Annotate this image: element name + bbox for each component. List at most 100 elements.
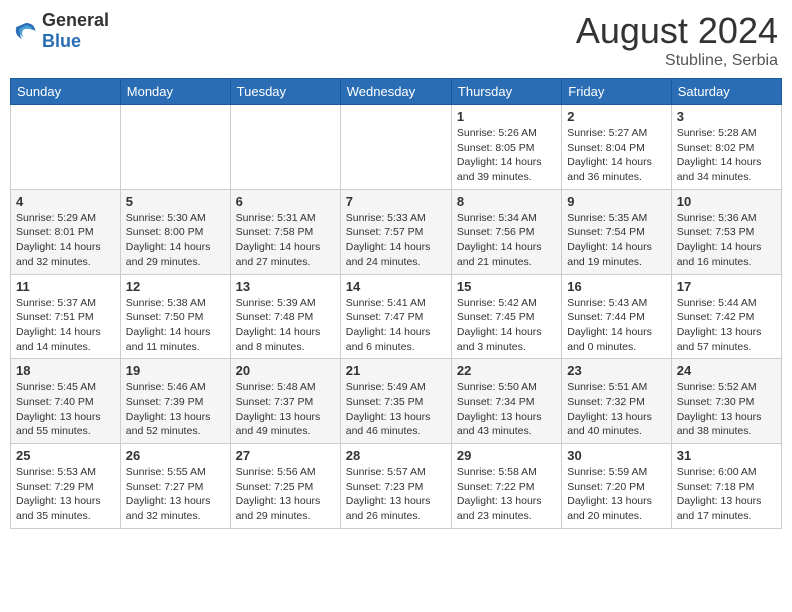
calendar-cell: 3 Sunrise: 5:28 AMSunset: 8:02 PMDaylight… (671, 105, 781, 190)
main-title: August 2024 (576, 10, 778, 52)
day-detail: Sunrise: 5:52 AMSunset: 7:30 PMDaylight:… (677, 380, 776, 439)
calendar-cell: 26Sunrise: 5:55 AMSunset: 7:27 PMDayligh… (120, 444, 230, 529)
day-number: 24 (677, 363, 776, 378)
day-detail: Sunrise: 5:45 AMSunset: 7:40 PMDaylight:… (16, 380, 115, 439)
calendar-cell: 17 Sunrise: 5:44 AMSunset: 7:42 PMDayligh… (671, 274, 781, 359)
day-number: 31 (677, 448, 776, 463)
calendar-cell: 12 Sunrise: 5:38 AMSunset: 7:50 PMDayligh… (120, 274, 230, 359)
calendar-cell: 20Sunrise: 5:48 AMSunset: 7:37 PMDayligh… (230, 359, 340, 444)
calendar-cell: 1 Sunrise: 5:26 AMSunset: 8:05 PMDaylight… (451, 105, 561, 190)
day-number: 11 (16, 279, 115, 294)
day-detail: Sunrise: 5:57 AMSunset: 7:23 PMDaylight:… (346, 465, 446, 524)
logo-general: General (42, 10, 109, 30)
day-number: 2 (567, 109, 665, 124)
day-detail: Sunrise: 5:39 AMSunset: 7:48 PMDaylight:… (236, 296, 335, 355)
day-number: 10 (677, 194, 776, 209)
day-number: 16 (567, 279, 665, 294)
calendar-cell (11, 105, 121, 190)
calendar-cell: 21Sunrise: 5:49 AMSunset: 7:35 PMDayligh… (340, 359, 451, 444)
calendar-cell (230, 105, 340, 190)
weekday-header-sunday: Sunday (11, 79, 121, 105)
calendar-cell: 28 Sunrise: 5:57 AMSunset: 7:23 PMDayligh… (340, 444, 451, 529)
calendar-cell: 16Sunrise: 5:43 AMSunset: 7:44 PMDayligh… (562, 274, 671, 359)
day-number: 4 (16, 194, 115, 209)
weekday-header-thursday: Thursday (451, 79, 561, 105)
day-number: 1 (457, 109, 556, 124)
calendar-cell: 15 Sunrise: 5:42 AMSunset: 7:45 PMDayligh… (451, 274, 561, 359)
logo-blue: Blue (42, 31, 81, 51)
day-number: 26 (126, 448, 225, 463)
day-detail: Sunrise: 5:35 AMSunset: 7:54 PMDaylight:… (567, 211, 665, 270)
day-number: 27 (236, 448, 335, 463)
day-detail: Sunrise: 5:28 AMSunset: 8:02 PMDaylight:… (677, 126, 776, 185)
day-number: 8 (457, 194, 556, 209)
day-detail: Sunrise: 5:44 AMSunset: 7:42 PMDaylight:… (677, 296, 776, 355)
calendar-cell: 10Sunrise: 5:36 AMSunset: 7:53 PMDayligh… (671, 189, 781, 274)
logo-text: General Blue (42, 10, 109, 52)
week-row-3: 11 Sunrise: 5:37 AMSunset: 7:51 PMDayligh… (11, 274, 782, 359)
day-detail: Sunrise: 5:58 AMSunset: 7:22 PMDaylight:… (457, 465, 556, 524)
calendar-cell: 18 Sunrise: 5:45 AMSunset: 7:40 PMDayligh… (11, 359, 121, 444)
calendar-cell: 19Sunrise: 5:46 AMSunset: 7:39 PMDayligh… (120, 359, 230, 444)
weekday-row: SundayMondayTuesdayWednesdayThursdayFrid… (11, 79, 782, 105)
day-number: 20 (236, 363, 335, 378)
calendar-table: SundayMondayTuesdayWednesdayThursdayFrid… (10, 78, 782, 529)
day-number: 14 (346, 279, 446, 294)
logo: General Blue (14, 10, 109, 52)
page-header: General Blue August 2024 Stubline, Serbi… (10, 10, 782, 70)
calendar-cell: 27 Sunrise: 5:56 AMSunset: 7:25 PMDayligh… (230, 444, 340, 529)
day-detail: Sunrise: 5:41 AMSunset: 7:47 PMDaylight:… (346, 296, 446, 355)
day-number: 18 (16, 363, 115, 378)
day-number: 7 (346, 194, 446, 209)
day-detail: Sunrise: 5:37 AMSunset: 7:51 PMDaylight:… (16, 296, 115, 355)
day-detail: Sunrise: 5:29 AMSunset: 8:01 PMDaylight:… (16, 211, 115, 270)
weekday-header-tuesday: Tuesday (230, 79, 340, 105)
week-row-1: 1 Sunrise: 5:26 AMSunset: 8:05 PMDaylight… (11, 105, 782, 190)
calendar-cell: 7 Sunrise: 5:33 AMSunset: 7:57 PMDaylight… (340, 189, 451, 274)
weekday-header-wednesday: Wednesday (340, 79, 451, 105)
calendar-cell: 24 Sunrise: 5:52 AMSunset: 7:30 PMDayligh… (671, 359, 781, 444)
calendar-cell: 31 Sunrise: 6:00 AMSunset: 7:18 PMDayligh… (671, 444, 781, 529)
day-detail: Sunrise: 5:49 AMSunset: 7:35 PMDaylight:… (346, 380, 446, 439)
calendar-cell: 30Sunrise: 5:59 AMSunset: 7:20 PMDayligh… (562, 444, 671, 529)
day-detail: Sunrise: 5:31 AMSunset: 7:58 PMDaylight:… (236, 211, 335, 270)
calendar-cell (120, 105, 230, 190)
calendar-header: SundayMondayTuesdayWednesdayThursdayFrid… (11, 79, 782, 105)
day-number: 12 (126, 279, 225, 294)
calendar-cell: 5Sunrise: 5:30 AMSunset: 8:00 PMDaylight… (120, 189, 230, 274)
weekday-header-saturday: Saturday (671, 79, 781, 105)
calendar-cell: 23Sunrise: 5:51 AMSunset: 7:32 PMDayligh… (562, 359, 671, 444)
week-row-4: 18 Sunrise: 5:45 AMSunset: 7:40 PMDayligh… (11, 359, 782, 444)
calendar-cell: 11 Sunrise: 5:37 AMSunset: 7:51 PMDayligh… (11, 274, 121, 359)
day-detail: Sunrise: 5:33 AMSunset: 7:57 PMDaylight:… (346, 211, 446, 270)
day-detail: Sunrise: 5:26 AMSunset: 8:05 PMDaylight:… (457, 126, 556, 185)
day-detail: Sunrise: 6:00 AMSunset: 7:18 PMDaylight:… (677, 465, 776, 524)
day-number: 3 (677, 109, 776, 124)
day-number: 28 (346, 448, 446, 463)
day-detail: Sunrise: 5:42 AMSunset: 7:45 PMDaylight:… (457, 296, 556, 355)
calendar-cell: 8 Sunrise: 5:34 AMSunset: 7:56 PMDaylight… (451, 189, 561, 274)
logo-icon (14, 19, 38, 43)
day-detail: Sunrise: 5:59 AMSunset: 7:20 PMDaylight:… (567, 465, 665, 524)
day-number: 13 (236, 279, 335, 294)
weekday-header-friday: Friday (562, 79, 671, 105)
day-number: 25 (16, 448, 115, 463)
calendar-cell: 6 Sunrise: 5:31 AMSunset: 7:58 PMDaylight… (230, 189, 340, 274)
subtitle: Stubline, Serbia (576, 52, 778, 70)
day-detail: Sunrise: 5:51 AMSunset: 7:32 PMDaylight:… (567, 380, 665, 439)
title-block: August 2024 Stubline, Serbia (576, 10, 778, 70)
day-number: 6 (236, 194, 335, 209)
day-detail: Sunrise: 5:38 AMSunset: 7:50 PMDaylight:… (126, 296, 225, 355)
calendar-cell: 4 Sunrise: 5:29 AMSunset: 8:01 PMDaylight… (11, 189, 121, 274)
day-number: 17 (677, 279, 776, 294)
day-number: 15 (457, 279, 556, 294)
weekday-header-monday: Monday (120, 79, 230, 105)
day-detail: Sunrise: 5:34 AMSunset: 7:56 PMDaylight:… (457, 211, 556, 270)
calendar-cell: 9Sunrise: 5:35 AMSunset: 7:54 PMDaylight… (562, 189, 671, 274)
calendar-cell: 13 Sunrise: 5:39 AMSunset: 7:48 PMDayligh… (230, 274, 340, 359)
day-number: 19 (126, 363, 225, 378)
day-detail: Sunrise: 5:30 AMSunset: 8:00 PMDaylight:… (126, 211, 225, 270)
day-detail: Sunrise: 5:50 AMSunset: 7:34 PMDaylight:… (457, 380, 556, 439)
day-detail: Sunrise: 5:56 AMSunset: 7:25 PMDaylight:… (236, 465, 335, 524)
calendar-cell: 22Sunrise: 5:50 AMSunset: 7:34 PMDayligh… (451, 359, 561, 444)
